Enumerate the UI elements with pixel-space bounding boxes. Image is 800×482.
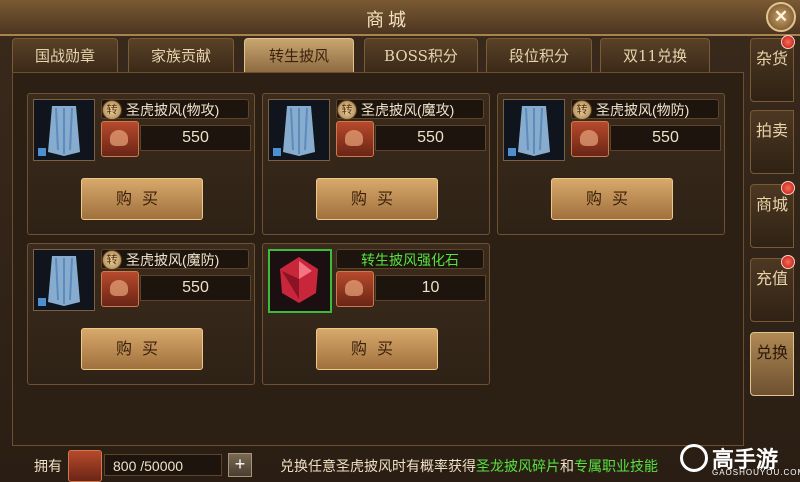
close-icon[interactable]: ✕ <box>766 2 796 32</box>
rebirth-badge-icon: 转 <box>102 250 122 270</box>
item-price: 10 <box>375 275 486 301</box>
notification-dot-icon <box>781 181 795 195</box>
tab-double11-exchange[interactable]: 双11兑换 <box>600 38 710 73</box>
item-name: 圣虎披风(魔防) <box>101 249 249 269</box>
item-price: 550 <box>140 125 251 151</box>
item-grid: 圣虎披风(物攻) 转 550 购买 圣虎披风(魔攻) 转 550 购买 圣虎披风… <box>12 72 744 446</box>
hint-cloak-fragment: 圣龙披风碎片 <box>476 458 560 474</box>
cloak-icon[interactable] <box>268 99 330 161</box>
rebirth-badge-icon: 转 <box>572 100 592 120</box>
buy-button[interactable]: 购买 <box>551 178 673 220</box>
side-tab-recharge[interactable]: 充值 <box>750 255 795 322</box>
buy-button[interactable]: 购买 <box>81 178 203 220</box>
notification-dot-icon <box>781 35 795 49</box>
shop-item: 转生披风强化石 10 购买 <box>262 243 490 385</box>
currency-icon <box>101 271 139 307</box>
cloak-icon[interactable] <box>503 99 565 161</box>
item-name: 圣虎披风(魔攻) <box>336 99 484 119</box>
gaoshouyou-logo-icon <box>680 444 708 472</box>
side-tab-label: 兑换 <box>755 343 788 362</box>
buy-button[interactable]: 购买 <box>316 178 438 220</box>
cloak-icon[interactable] <box>33 99 95 161</box>
window-title: 商城 <box>366 10 410 31</box>
side-tab-label: 充值 <box>755 269 788 288</box>
side-tab-label: 商城 <box>755 195 788 214</box>
hint-and: 和 <box>560 458 574 474</box>
currency-icon <box>336 271 374 307</box>
tab-boss-points[interactable]: BOSS积分 <box>364 38 478 73</box>
currency-icon <box>101 121 139 157</box>
rebirth-badge-icon: 转 <box>337 100 357 120</box>
tab-family-contribution[interactable]: 家族贡献 <box>128 38 234 73</box>
brand-url: GAOSHOUYOU.COM <box>712 468 800 477</box>
title-bar: 商城 ✕ <box>0 0 800 36</box>
side-tab-mall[interactable]: 商城 <box>750 181 795 248</box>
item-name: 圣虎披风(物防) <box>571 99 719 119</box>
tab-rebirth-cloak[interactable]: 转生披风 <box>244 38 354 73</box>
own-label: 拥有 <box>34 458 62 474</box>
side-tab-auction[interactable]: 拍卖 <box>750 110 794 174</box>
currency-icon <box>68 450 102 482</box>
tab-national-war-medal[interactable]: 国战勋章 <box>12 38 118 73</box>
shop-window: 商城 ✕ 国战勋章 家族贡献 转生披风 BOSS积分 段位积分 双11兑换 圣虎… <box>0 0 800 482</box>
shop-item: 圣虎披风(物防) 转 550 购买 <box>497 93 725 235</box>
plus-icon[interactable]: + <box>228 453 252 477</box>
shop-item: 圣虎披风(物攻) 转 550 购买 <box>27 93 255 235</box>
hint-prefix: 兑换任意圣虎披风时有概率获得 <box>280 458 476 474</box>
cloak-icon[interactable] <box>33 249 95 311</box>
side-tab-label: 杂货 <box>755 49 788 68</box>
item-price: 550 <box>375 125 486 151</box>
hint-class-skill: 专属职业技能 <box>574 458 658 474</box>
currency-icon <box>571 121 609 157</box>
item-name: 圣虎披风(物攻) <box>101 99 249 119</box>
buy-button[interactable]: 购买 <box>81 328 203 370</box>
side-tab-exchange[interactable]: 兑换 <box>750 332 794 396</box>
tab-rank-points[interactable]: 段位积分 <box>486 38 592 73</box>
gem-icon[interactable] <box>268 249 332 313</box>
side-tab-grocery[interactable]: 杂货 <box>750 35 795 102</box>
shop-item: 圣虎披风(魔防) 转 550 购买 <box>27 243 255 385</box>
rebirth-badge-icon: 转 <box>102 100 122 120</box>
item-price: 550 <box>140 275 251 301</box>
currency-icon <box>336 121 374 157</box>
owned-amount: 800 /50000 <box>104 454 222 476</box>
item-price: 550 <box>610 125 721 151</box>
buy-button[interactable]: 购买 <box>316 328 438 370</box>
notification-dot-icon <box>781 255 795 269</box>
side-tab-label: 拍卖 <box>755 121 788 140</box>
shop-item: 圣虎披风(魔攻) 转 550 购买 <box>262 93 490 235</box>
item-name: 转生披风强化石 <box>336 249 484 269</box>
exchange-hint: 兑换任意圣虎披风时有概率获得圣龙披风碎片和专属职业技能 <box>280 456 658 476</box>
watermark-logo: 高手游 GAOSHOUYOU.COM <box>680 442 800 480</box>
